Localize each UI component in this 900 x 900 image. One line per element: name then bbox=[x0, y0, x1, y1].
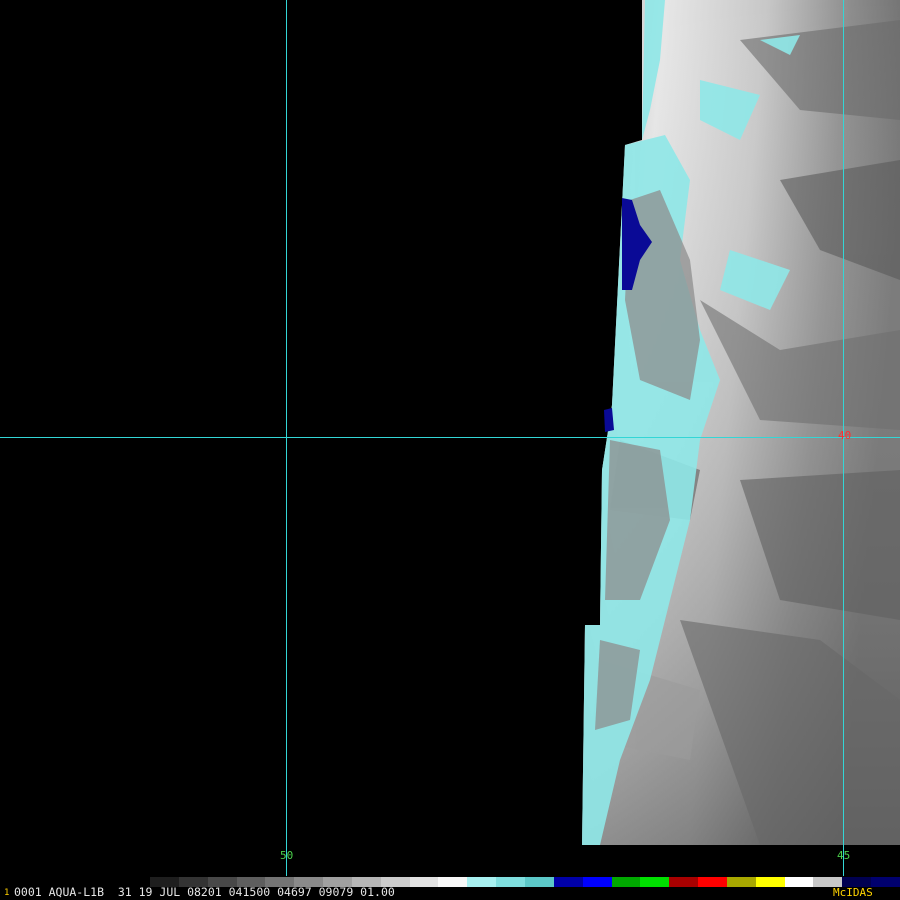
mcidas-brand: McIDAS bbox=[833, 886, 873, 899]
colorbar-swatch bbox=[524, 877, 554, 887]
lat-label-40: 40 bbox=[838, 429, 852, 442]
colorbar-swatch bbox=[467, 877, 497, 887]
colorbar-swatch bbox=[409, 877, 439, 887]
lon-label-50: 50 bbox=[280, 849, 294, 862]
colorbar-swatch bbox=[698, 877, 727, 887]
colorbar-swatch bbox=[611, 877, 641, 887]
colorbar-swatch bbox=[669, 877, 699, 887]
lon-label-45: 45 bbox=[837, 849, 851, 862]
colorbar-swatch bbox=[784, 877, 814, 887]
satellite-image bbox=[0, 0, 900, 876]
colorbar-swatch bbox=[726, 877, 756, 887]
colorbar-swatch bbox=[871, 877, 900, 887]
colorbar-swatch bbox=[755, 877, 785, 887]
colorbar-swatch bbox=[582, 877, 612, 887]
frame-marker: 1 bbox=[4, 888, 10, 898]
colorbar-swatch bbox=[553, 877, 583, 887]
image-metadata-text: 0001 AQUA-L1B 31 19 JUL 08201 041500 046… bbox=[14, 885, 395, 899]
colorbar-swatch bbox=[496, 877, 525, 887]
colorbar-swatch bbox=[640, 877, 670, 887]
colorbar-swatch bbox=[438, 877, 468, 887]
